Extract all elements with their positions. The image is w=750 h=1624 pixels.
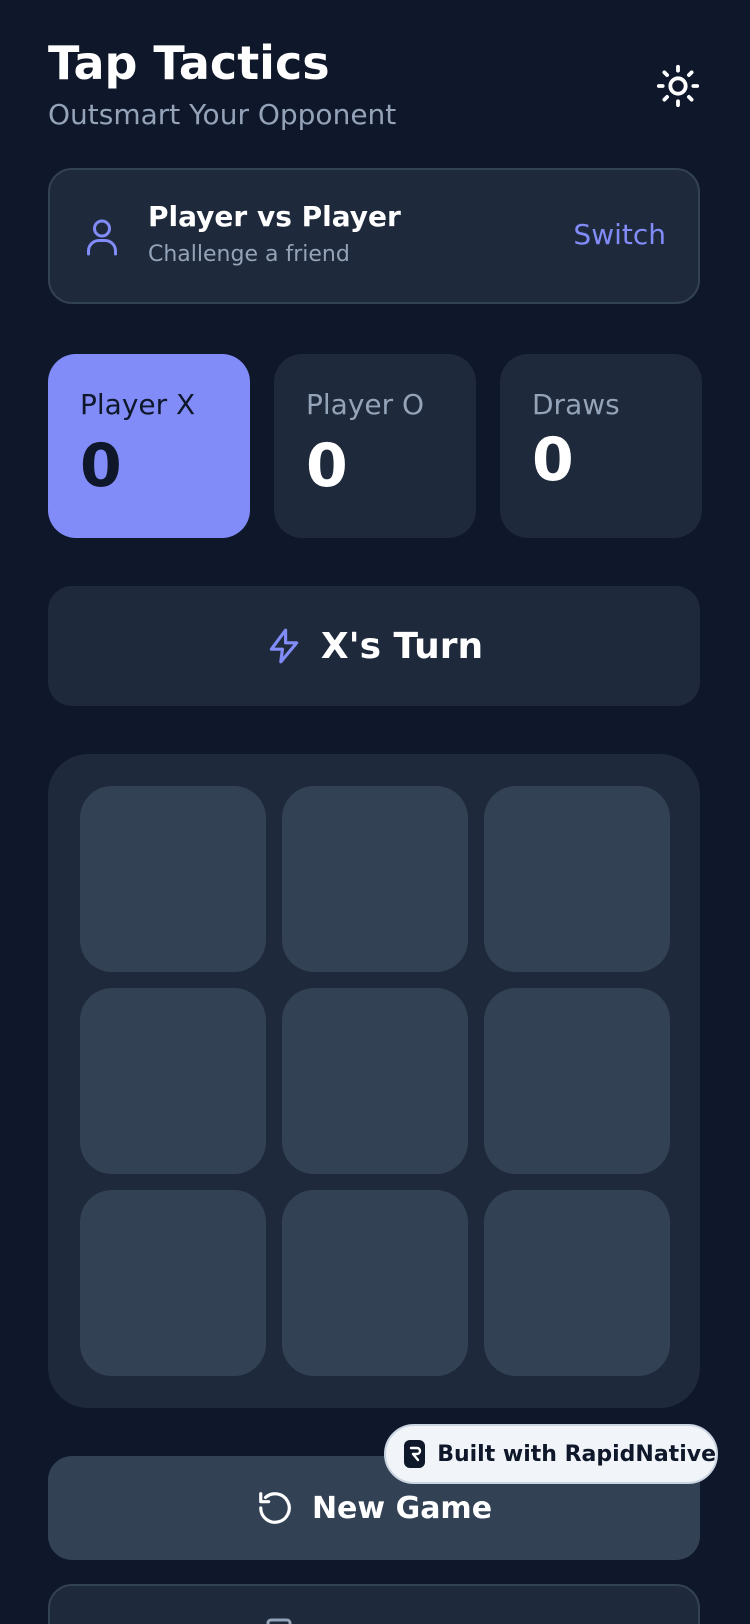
game-mode-description: Challenge a friend <box>148 242 350 267</box>
built-with-label: Built with RapidNative <box>437 1441 716 1467</box>
rapidnative-logo-icon <box>404 1440 426 1468</box>
score-value: 0 <box>306 431 348 501</box>
score-label: Player X <box>80 388 196 421</box>
new-game-label: New Game <box>311 1490 493 1526</box>
score-value: 0 <box>80 431 122 501</box>
switch-mode-button[interactable]: Switch <box>573 218 666 251</box>
board-cell-5[interactable] <box>282 988 468 1174</box>
board-cell-9[interactable] <box>484 1190 670 1376</box>
game-mode-card: Player vs Player Challenge a friend Swit… <box>48 168 700 304</box>
app-subtitle: Outsmart Your Opponent <box>48 98 397 131</box>
turn-text: X's Turn <box>320 625 484 667</box>
score-card-draws: Draws 0 <box>500 354 702 538</box>
score-label: Draws <box>532 388 620 421</box>
score-card-player-x: Player X 0 <box>48 354 250 538</box>
score-value: 0 <box>532 425 574 495</box>
sun-icon <box>656 64 700 108</box>
secondary-action-button[interactable] <box>48 1584 700 1624</box>
user-icon <box>87 219 117 256</box>
app-title: Tap Tactics <box>48 36 330 90</box>
score-card-player-o: Player O 0 <box>274 354 476 538</box>
game-board <box>48 754 700 1408</box>
board-cell-6[interactable] <box>484 988 670 1174</box>
theme-toggle-button[interactable] <box>650 58 706 114</box>
restart-icon <box>259 1492 291 1524</box>
app-screen: Tap Tactics Outsmart Your Opponent Playe… <box>0 0 750 1624</box>
board-cell-1[interactable] <box>80 786 266 972</box>
lightning-icon <box>269 628 299 664</box>
board-cell-4[interactable] <box>80 988 266 1174</box>
menu-icon <box>266 1618 292 1624</box>
built-with-badge[interactable]: Built with RapidNative <box>384 1424 718 1484</box>
board-cell-7[interactable] <box>80 1190 266 1376</box>
board-cell-8[interactable] <box>282 1190 468 1376</box>
score-label: Player O <box>306 388 425 421</box>
board-cell-3[interactable] <box>484 786 670 972</box>
board-cell-2[interactable] <box>282 786 468 972</box>
game-mode-title: Player vs Player <box>148 200 401 233</box>
turn-indicator: X's Turn <box>48 586 700 706</box>
